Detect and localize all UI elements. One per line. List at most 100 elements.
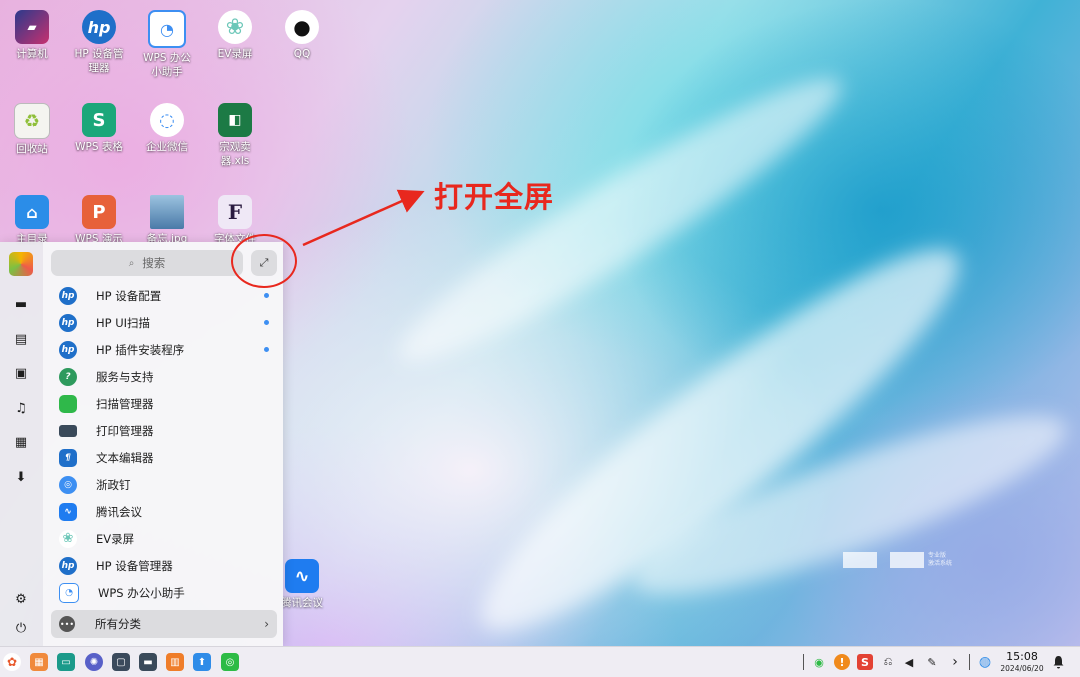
hp-icon: hp — [59, 313, 77, 332]
start-logo-icon[interactable] — [9, 252, 33, 276]
search-icon: ⌕ — [128, 257, 135, 269]
desktop-icon-wps-sheets[interactable]: S WPS 表格 — [67, 103, 131, 154]
sidebar-film-icon[interactable]: ▦ — [12, 433, 30, 451]
app-item-scan-manager[interactable]: 扫描管理器 — [51, 390, 277, 417]
sidebar-image-icon[interactable]: ▣ — [12, 364, 30, 382]
start-menu: ▬ ▤ ▣ ♫ ▦ ⬇ ⚙ ⏻ ⌕ 搜索 ⤢ hp HP 设备配置 hp HP … — [0, 242, 283, 646]
desktop-icon-label: 回收站 — [16, 143, 48, 155]
annotation-text: 打开全屏 — [434, 180, 555, 214]
hp-icon: hp — [59, 340, 77, 359]
clock-date[interactable]: 2024/06/20 — [999, 664, 1045, 673]
desktop-icon-hp-device-manager[interactable]: hp HP 设备管 理器 — [67, 10, 131, 75]
desktop-icon-computer[interactable]: ▰ 计算机 — [0, 10, 64, 61]
hp-icon: hp — [59, 286, 77, 305]
app-item-service-support[interactable]: ? 服务与支持 — [51, 363, 277, 390]
app-item-tencent-meeting[interactable]: ∿ 腾讯会议 — [51, 498, 277, 525]
watermark-block — [843, 552, 877, 568]
taskbar-separator — [969, 654, 970, 670]
desktop-icon-wps-presentation[interactable]: P WPS 演示 — [67, 195, 131, 246]
app-item-label: 腾讯会议 — [96, 504, 142, 519]
desktop-icon-label: QQ — [293, 48, 311, 60]
sidebar-document-icon[interactable]: ▤ — [12, 330, 30, 348]
watermark-line: 专业版 — [928, 552, 947, 559]
clock-time[interactable]: 15:08 — [1003, 650, 1041, 663]
desktop-icon-label: 计算机 — [16, 48, 48, 60]
alert-icon[interactable]: ! — [834, 654, 850, 670]
app-item-hp-device-config[interactable]: hp HP 设备配置 — [51, 282, 277, 309]
printer-icon — [59, 424, 77, 437]
desktop-icon-ev-recorder[interactable]: ❀ EV录屏 — [203, 10, 267, 61]
wechat-tray-icon[interactable]: ◉ — [811, 654, 827, 670]
desktop-icon-label: HP 设备管 理器 — [74, 48, 124, 74]
wps-assistant-icon: ◔ — [59, 582, 79, 603]
hp-icon: hp — [82, 10, 116, 44]
volume-icon[interactable]: ◀ — [901, 654, 917, 670]
launcher-icon[interactable]: ✿ — [3, 653, 21, 671]
app-item-hp-ui-scan[interactable]: hp HP UI扫描 — [51, 309, 277, 336]
desktop-icon-wps-assistant[interactable]: ◔ WPS 办公 小助手 — [135, 10, 199, 79]
printer-icon[interactable]: ▬ — [139, 653, 157, 671]
usb-icon[interactable]: ⎌ — [880, 654, 896, 670]
zhezhengding-icon: ◎ — [59, 475, 77, 494]
terminal-icon[interactable]: ▭ — [57, 653, 75, 671]
search-placeholder: 搜索 — [142, 256, 166, 270]
watermark-text: 专业版 激活系统 — [928, 552, 952, 568]
pen-icon[interactable]: ✎ — [924, 654, 940, 670]
sogou-input-icon[interactable]: S — [857, 654, 873, 670]
app-item-label: 扫描管理器 — [96, 396, 154, 411]
sidebar-settings-icon[interactable]: ⚙ — [12, 590, 30, 608]
network-globe-icon[interactable]: ◍ — [977, 654, 993, 670]
image-file-icon — [150, 195, 184, 229]
annotation-arrow — [302, 189, 425, 247]
desktop-icon-wecom[interactable]: ◌ 企业微信 — [135, 103, 199, 154]
app-item-ev-recorder[interactable]: ❀ EV录屏 — [51, 525, 277, 552]
desktop-icon-image-file[interactable]: 备忘.jpg — [135, 195, 199, 246]
desktop-icon-recycle-bin[interactable]: ♻ 回收站 — [0, 103, 64, 156]
watermark-line: 激活系统 — [928, 560, 953, 567]
app-item-hp-plugin-installer[interactable]: hp HP 插件安装程序 — [51, 336, 277, 363]
font-file-icon: F — [218, 195, 252, 229]
wechat-icon[interactable]: ◎ — [221, 653, 239, 671]
chevron-right-icon[interactable]: › — [947, 654, 963, 670]
watermark-block — [890, 552, 924, 568]
desktop-icon-label: WPS 表格 — [75, 141, 123, 153]
search-input[interactable]: ⌕ 搜索 — [51, 250, 243, 276]
app-center-icon[interactable]: ⬆ — [193, 653, 211, 671]
desktop-icon-qq[interactable]: ● QQ — [270, 10, 334, 61]
sidebar-music-icon[interactable]: ♫ — [12, 399, 30, 417]
archive-icon[interactable]: ▥ — [166, 653, 184, 671]
app-item-zhezhengding[interactable]: ◎ 浙政钉 — [51, 471, 277, 498]
desktop-icon-home-folder[interactable]: ⌂ 主目录 — [0, 195, 64, 246]
sidebar-power-icon[interactable]: ⏻ — [12, 619, 30, 637]
app-item-label: HP 设备配置 — [96, 288, 162, 303]
annotation-circle — [231, 234, 297, 288]
app-item-wps-assistant[interactable]: ◔ WPS 办公小助手 — [51, 579, 277, 606]
all-categories-button[interactable]: ••• 所有分类 › — [51, 610, 277, 638]
home-folder-icon: ⌂ — [15, 195, 49, 229]
taskbar: ✿ ▦ ▭ ✺ ▢ ▬ ▥ ⬆ ◎ ◉ ! S ⎌ ◀ ✎ › ◍ 15:08 … — [0, 646, 1080, 677]
bell-icon[interactable] — [1050, 654, 1066, 670]
service-support-icon: ? — [59, 367, 77, 386]
sidebar-computer-icon[interactable]: ▬ — [12, 295, 30, 313]
sidebar-download-icon[interactable]: ⬇ — [12, 468, 30, 486]
tencent-meeting-icon: ∿ — [59, 502, 77, 521]
app-item-label: 浙政钉 — [96, 477, 131, 492]
settings-gear-icon[interactable]: ✺ — [85, 653, 103, 671]
text-editor-icon: ¶ — [59, 448, 77, 467]
app-item-label: HP 设备管理器 — [96, 558, 173, 573]
tencent-meeting-icon: ∿ — [285, 559, 319, 593]
desktop-icon-xlsx-file[interactable]: ◧ 宗观卖 器.xls — [203, 103, 267, 168]
app-item-print-manager[interactable]: 打印管理器 — [51, 417, 277, 444]
start-menu-sidebar: ▬ ▤ ▣ ♫ ▦ ⬇ ⚙ ⏻ — [0, 242, 42, 646]
start-menu-main: ⌕ 搜索 ⤢ hp HP 设备配置 hp HP UI扫描 hp HP 插件安装程… — [43, 242, 283, 646]
app-item-hp-device-manager[interactable]: hp HP 设备管理器 — [51, 552, 277, 579]
app-item-text-editor[interactable]: ¶ 文本编辑器 — [51, 444, 277, 471]
monitor-icon[interactable]: ▢ — [112, 653, 130, 671]
app-store-icon[interactable]: ▦ — [30, 653, 48, 671]
desktop-icon-label: 企业微信 — [146, 141, 188, 153]
desktop-icon-label: WPS 办公 小助手 — [143, 52, 191, 78]
app-item-label: 文本编辑器 — [96, 450, 154, 465]
wecom-icon: ◌ — [150, 103, 184, 137]
hp-icon: hp — [59, 556, 77, 575]
app-item-label: WPS 办公小助手 — [98, 585, 185, 600]
